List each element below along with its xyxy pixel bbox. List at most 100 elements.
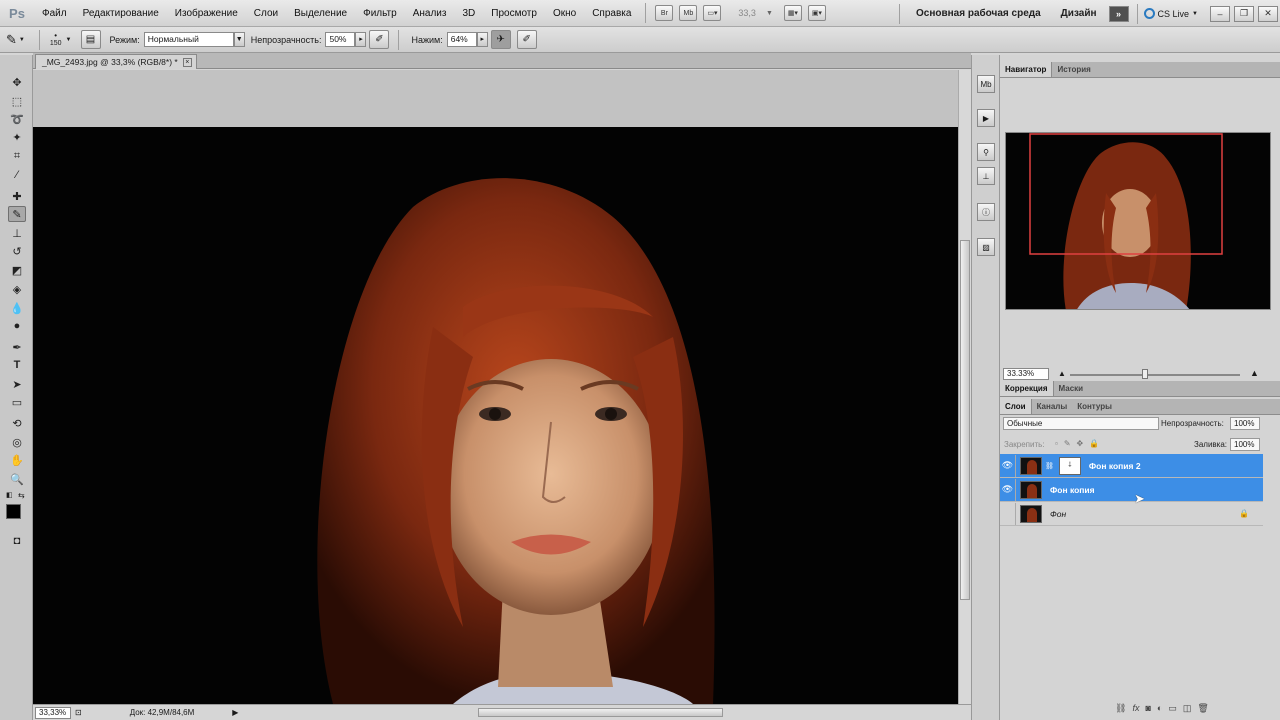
restore-button[interactable]: ❐ — [1234, 5, 1254, 22]
mini-bridge-icon[interactable]: Mb — [977, 75, 995, 93]
menu-edit[interactable]: Редактирование — [75, 0, 167, 27]
eraser-tool-icon[interactable]: ◩ — [8, 262, 26, 278]
delete-layer-icon[interactable]: 🗑 — [1197, 703, 1208, 714]
close-icon[interactable]: × — [182, 57, 192, 67]
mode-select[interactable]: Нормальный — [143, 32, 234, 47]
tablet-size-pressure-toggle[interactable]: ✐ — [516, 30, 537, 49]
layer-row[interactable]: Фон 🔒 — [1000, 502, 1263, 526]
eye-icon[interactable]: 👁 — [1000, 478, 1016, 501]
cs-live-button[interactable]: CS Live ▼ — [1143, 8, 1198, 19]
type-tool-icon[interactable]: T — [8, 357, 26, 373]
move-tool-icon[interactable]: ✥ — [8, 74, 26, 90]
view-extras-button[interactable]: ▭▾ — [703, 5, 722, 21]
clone-stamp-tool-icon[interactable]: ⊥ — [8, 225, 26, 241]
navigator-zoom-slider[interactable] — [1070, 374, 1240, 376]
new-layer-icon[interactable]: ◫ — [1183, 703, 1192, 714]
tab-layers[interactable]: Слои — [1000, 399, 1032, 414]
add-mask-icon[interactable]: ◙ — [1145, 703, 1150, 714]
lasso-tool-icon[interactable]: ➰ — [8, 111, 26, 127]
zoom-in-icon[interactable]: ▲ — [1250, 368, 1259, 378]
adjustment-layer-icon[interactable]: ◐ — [1157, 703, 1162, 714]
screen-mode-button[interactable]: ▣▾ — [807, 5, 826, 21]
navigator-zoom-field[interactable]: 33.33% — [1003, 368, 1049, 380]
more-workspaces-button[interactable]: » — [1108, 5, 1129, 22]
layer-row[interactable]: 👁 ⛓ ⸸ Фон копия 2 — [1000, 454, 1263, 478]
clone-source-icon[interactable]: ⊥ — [977, 167, 995, 185]
navigator-preview[interactable] — [1005, 132, 1271, 310]
zoom-level-field[interactable]: 33,3 — [738, 8, 756, 18]
opacity-field[interactable]: 50% — [325, 32, 356, 47]
chevron-down-icon[interactable]: ▼ — [766, 10, 773, 17]
fx-icon[interactable]: fx — [1132, 703, 1139, 714]
paint-bucket-tool-icon[interactable]: ◈ — [8, 281, 26, 297]
tab-adjustments[interactable]: Коррекция — [1000, 381, 1054, 396]
menu-analysis[interactable]: Анализ — [405, 0, 455, 27]
menu-window[interactable]: Окно — [545, 0, 584, 27]
3d-orbit-tool-icon[interactable]: ◎ — [8, 434, 26, 450]
menu-image[interactable]: Изображение — [167, 0, 246, 27]
menu-3d[interactable]: 3D — [454, 0, 483, 27]
zoom-preview-icon[interactable]: ⊡ — [75, 708, 82, 717]
hand-tool-icon[interactable]: ✋ — [8, 452, 26, 468]
status-menu-arrow[interactable]: ▶ — [232, 708, 238, 717]
menu-view[interactable]: Просмотр — [483, 0, 545, 27]
pen-tool-icon[interactable]: ✒ — [8, 339, 26, 355]
airbrush-toggle[interactable]: ✈ — [490, 30, 511, 49]
menu-layers[interactable]: Слои — [246, 0, 286, 27]
new-group-icon[interactable]: ▭ — [1168, 703, 1177, 714]
brush-tool-icon[interactable]: ✎ — [6, 32, 17, 48]
arrange-documents-button[interactable]: ▦▾ — [783, 5, 802, 21]
canvas-image[interactable] — [33, 127, 958, 704]
brush-preset-picker[interactable]: • 150 — [50, 32, 62, 48]
zoom-tool-icon[interactable]: 🔍 — [8, 471, 26, 487]
tab-paths[interactable]: Контуры — [1072, 399, 1117, 414]
mini-bridge-button[interactable]: Mb — [679, 5, 698, 21]
swap-colors-icon[interactable]: ⇆ — [18, 491, 25, 500]
blend-mode-select[interactable]: Обычные — [1003, 417, 1159, 430]
dodge-tool-icon[interactable]: ● — [8, 318, 26, 334]
bridge-button[interactable]: Br — [655, 5, 674, 21]
tablet-opacity-pressure-toggle[interactable]: ✐ — [369, 30, 390, 49]
minimize-button[interactable]: – — [1210, 5, 1230, 22]
menu-help[interactable]: Справка — [584, 0, 639, 27]
vertical-scrollbar[interactable] — [958, 70, 971, 704]
menu-select[interactable]: Выделение — [286, 0, 355, 27]
workspace-essentials[interactable]: Основная рабочая среда — [906, 8, 1051, 19]
horizontal-scroll-thumb[interactable] — [478, 708, 723, 717]
history-brush-tool-icon[interactable]: ↺ — [8, 243, 26, 259]
chevron-down-icon[interactable]: ▼ — [233, 32, 245, 47]
tab-channels[interactable]: Каналы — [1032, 399, 1073, 414]
quick-mask-icon[interactable]: ◘ — [8, 533, 26, 549]
navigator-zoom-knob[interactable] — [1142, 369, 1148, 379]
brush-tool-icon[interactable]: ✎ — [8, 206, 26, 222]
lock-icons[interactable]: ▫✎✥🔒 — [1055, 439, 1105, 448]
eye-hidden-slot[interactable] — [1000, 502, 1016, 525]
foreground-color-swatch[interactable] — [6, 504, 21, 519]
crop-tool-icon[interactable]: ⌗ — [8, 148, 26, 164]
brush-panel-toggle[interactable]: ▤ — [80, 30, 101, 49]
chevron-down-icon[interactable]: ▼ — [66, 37, 72, 43]
animation-icon[interactable]: ▶ — [977, 109, 995, 127]
path-selection-tool-icon[interactable]: ➤ — [8, 376, 26, 392]
zoom-status-field[interactable]: 33,33% — [35, 706, 71, 719]
menu-file[interactable]: Файл — [34, 0, 75, 27]
tab-history[interactable]: История — [1052, 62, 1095, 77]
layer-mask-thumbnail[interactable]: ⸸ — [1058, 456, 1081, 475]
3d-rotate-tool-icon[interactable]: ⟲ — [8, 415, 26, 431]
default-colors-icon[interactable]: ◧ — [6, 491, 13, 499]
close-button[interactable]: ✕ — [1258, 5, 1278, 22]
zoom-out-icon[interactable]: ▲ — [1058, 369, 1066, 378]
eyedropper-tool-icon[interactable]: ⁄ — [8, 167, 26, 183]
marquee-tool-icon[interactable]: ⬚ — [8, 93, 26, 109]
tab-masks[interactable]: Маски — [1054, 381, 1089, 396]
workspace-design[interactable]: Дизайн — [1051, 8, 1107, 19]
vertical-scroll-thumb[interactable] — [960, 240, 970, 600]
opacity-slider-toggle[interactable]: ▸ — [355, 32, 367, 47]
blur-tool-icon[interactable]: 💧 — [8, 300, 26, 316]
pressure-slider-toggle[interactable]: ▸ — [476, 32, 488, 47]
document-tab[interactable]: _MG_2493.jpg @ 33,3% (RGB/8*) * × — [35, 54, 197, 69]
layer-opacity-field[interactable]: 100% — [1230, 417, 1260, 430]
chevron-down-icon[interactable]: ▼ — [19, 37, 25, 43]
menu-filter[interactable]: Фильтр — [355, 0, 405, 27]
link-layers-icon[interactable]: ⛓ — [1115, 703, 1126, 714]
